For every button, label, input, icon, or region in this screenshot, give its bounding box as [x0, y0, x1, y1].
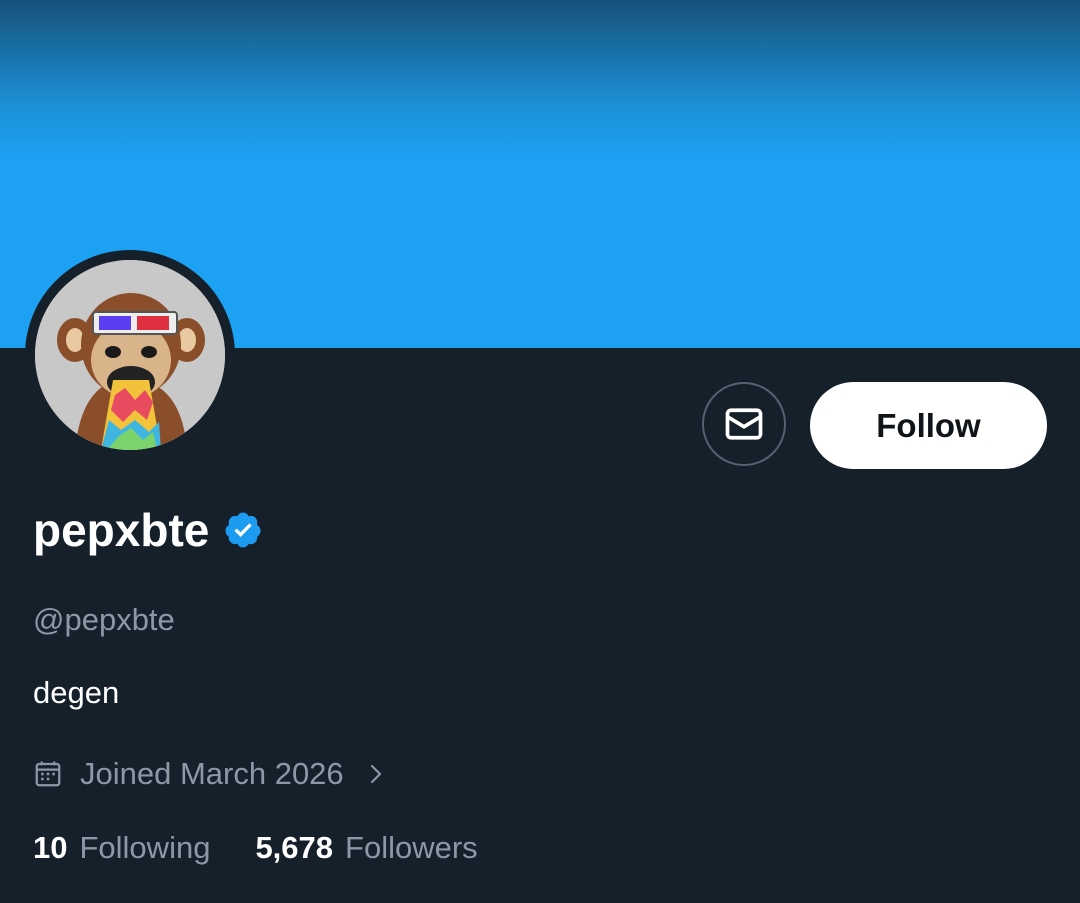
avatar-image	[35, 260, 225, 450]
verified-badge-icon[interactable]	[223, 510, 263, 550]
envelope-icon	[725, 408, 763, 440]
followers-link[interactable]: 5,678 Followers	[255, 830, 477, 866]
profile-bio: degen	[33, 675, 120, 710]
joined-date-text: Joined March 2026	[80, 756, 344, 791]
followers-count: 5,678	[255, 830, 334, 865]
chevron-right-icon	[370, 764, 381, 784]
ape-avatar-illustration	[35, 260, 225, 450]
follow-button[interactable]: Follow	[810, 382, 1047, 469]
display-name: pepxbte	[33, 504, 210, 556]
profile-handle: @pepxbte	[33, 602, 175, 637]
message-button[interactable]	[702, 382, 786, 466]
following-count: 10	[33, 830, 68, 865]
profile-avatar[interactable]	[25, 250, 235, 460]
followers-label: Followers	[345, 830, 478, 865]
follow-stats: 10 Following 5,678 Followers	[33, 826, 478, 870]
calendar-icon	[35, 761, 61, 787]
joined-date-row[interactable]: Joined March 2026	[33, 752, 388, 796]
following-link[interactable]: 10 Following	[33, 830, 210, 866]
following-label: Following	[79, 830, 211, 865]
name-row: pepxbte	[33, 498, 263, 562]
